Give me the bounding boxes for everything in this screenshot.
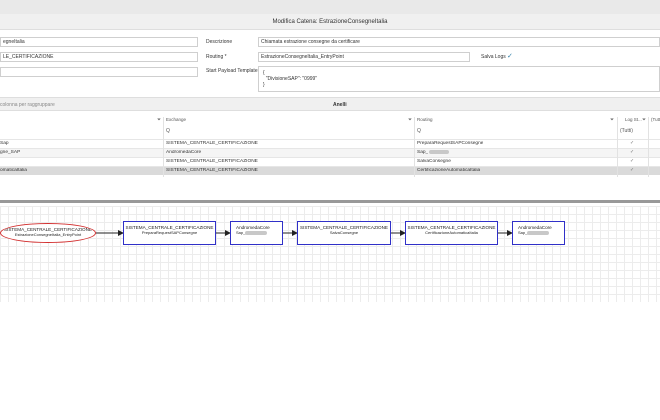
col-header-exchange[interactable]: Exchange: [166, 117, 186, 126]
column-divider: [163, 117, 164, 177]
cell-routing: CertificazioneAutomaticaItalia: [417, 168, 481, 173]
search-icon[interactable]: Q: [166, 128, 170, 136]
redacted-value: [429, 150, 449, 155]
node-subtitle: SalvaConsegne: [329, 230, 359, 236]
redacted-value: [527, 231, 550, 236]
col-header-extra[interactable]: (Tutt: [651, 117, 660, 126]
log-filter-select[interactable]: (Tutti): [620, 128, 633, 136]
chain-name-input[interactable]: egneItalia: [0, 37, 198, 47]
col-header-log[interactable]: Log St...: [625, 117, 642, 126]
flow-node[interactable]: SISTEMA_CENTRALE_CERTIFICAZIONE PreparaR…: [123, 221, 216, 245]
check-icon: ✓: [630, 150, 635, 155]
table-row[interactable]: omaticaItalia SISTEMA_CENTRALE_CERTIFICA…: [0, 166, 660, 175]
payload-label: Start Payload Template: [206, 68, 258, 74]
cell-exchange: SISTEMA_CENTRALE_CERTIFICAZIONE: [166, 141, 258, 146]
column-divider: [414, 117, 415, 177]
dialog-title: Modifica Catena: EstrazioneConsegneItali…: [0, 14, 660, 30]
top-bar: [0, 0, 660, 14]
grid-title: Anelli: [333, 102, 347, 108]
flow-node-start[interactable]: SISTEMA_CENTRALE_CERTIFICAZIONE Estrazio…: [0, 223, 96, 243]
flow-node[interactable]: SISTEMA_CENTRALE_CERTIFICAZIONE Certific…: [405, 221, 498, 245]
node-subtitle: Sap_: [518, 230, 528, 236]
flow-node[interactable]: AndromedaCore Sap_: [512, 221, 565, 245]
check-icon: ✓: [630, 141, 635, 146]
column-divider: [648, 117, 649, 177]
descrizione-input[interactable]: Chiamata estrazione consegne da certific…: [258, 37, 660, 47]
routing-label: Routing *: [206, 54, 227, 60]
node-subtitle: PreparaRequestSAPConsegne: [141, 230, 198, 236]
descrizione-label: Descrizione: [206, 39, 233, 45]
redacted-value: [245, 231, 268, 236]
node-subtitle: EstrazioneConsegneItalia_EntryPoint: [14, 232, 82, 238]
salva-log-label: Salva Logs: [481, 54, 506, 60]
node-subtitle: CertificazioneAutomaticaItalia: [425, 230, 478, 236]
group-panel: colonna per raggruppare Anelli: [0, 97, 660, 111]
cell-exchange: SISTEMA_CENTRALE_CERTIFICAZIONE: [166, 159, 258, 164]
table-row[interactable]: SISTEMA_CENTRALE_CERTIFICAZIONE SalvaCon…: [0, 157, 660, 166]
flow-node[interactable]: SISTEMA_CENTRALE_CERTIFICAZIONE SalvaCon…: [297, 221, 391, 245]
check-icon: ✓: [630, 168, 635, 173]
node-subtitle: Sap_: [236, 230, 246, 236]
cell-routing: Sap_: [417, 150, 429, 155]
filter-icon[interactable]: ⏷: [408, 117, 412, 126]
filter-icon[interactable]: ⏷: [610, 117, 614, 126]
col-header-routing[interactable]: Routing: [417, 117, 433, 126]
extra-input[interactable]: [0, 67, 198, 77]
group-hint: colonna per raggruppare: [0, 102, 55, 108]
flow-node[interactable]: AndromedaCore Sap_: [230, 221, 283, 245]
payload-textarea[interactable]: { "DivisioneSAP": "0999" }: [258, 66, 660, 92]
system-input[interactable]: LE_CERTIFICAZIONE: [0, 52, 198, 62]
check-icon: ✓: [630, 159, 635, 164]
table-row[interactable]: Sap SISTEMA_CENTRALE_CERTIFICAZIONE Prep…: [0, 139, 660, 148]
cell-exchange: SISTEMA_CENTRALE_CERTIFICAZIONE: [166, 168, 258, 173]
cell-name: Sap: [0, 141, 9, 146]
salva-log-check-icon[interactable]: ✓: [507, 52, 513, 60]
column-divider: [617, 117, 618, 177]
routing-input[interactable]: EstrazioneConsegneItalia_EntryPoint: [258, 52, 470, 62]
table-row[interactable]: gne_SAP AndromedaCore Sap_ ✓: [0, 148, 660, 157]
filter-icon[interactable]: ⏷: [157, 117, 161, 126]
cell-routing: SalvaConsegne: [417, 159, 451, 164]
filter-icon[interactable]: ⏷: [642, 117, 646, 126]
cell-routing: PreparaRequestSAPConsegne: [417, 141, 484, 146]
cell-name: gne_SAP: [0, 150, 21, 155]
cell-exchange: AndromedaCore: [166, 150, 202, 155]
cell-name: omaticaItalia: [0, 168, 27, 173]
search-icon[interactable]: Q: [417, 128, 421, 136]
pane-splitter[interactable]: [0, 200, 660, 203]
